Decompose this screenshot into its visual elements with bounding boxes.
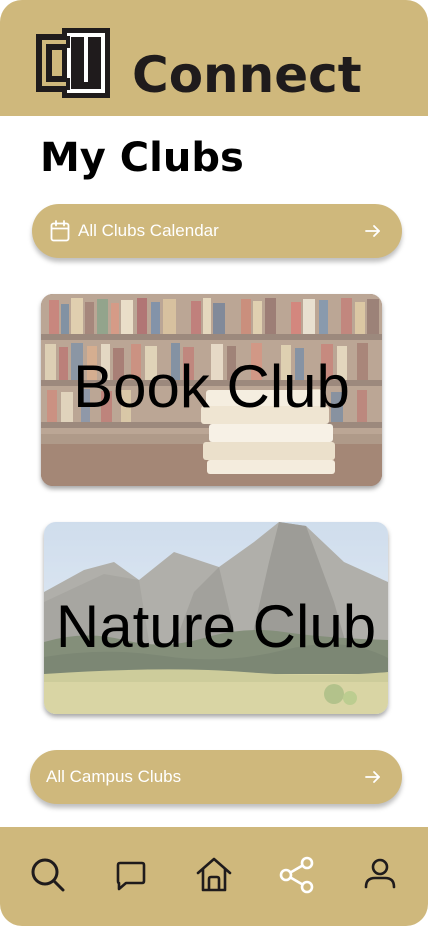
nav-home-button[interactable] [194,855,234,895]
arrow-right-icon [365,225,380,237]
nav-search-button[interactable] [28,855,68,895]
arrow-right-icon [365,771,380,783]
cu-logo-icon[interactable] [32,24,114,102]
app-title: Connect [132,46,362,104]
home-icon [196,857,232,892]
campus-button-label: All Campus Clubs [46,767,182,786]
nav-chat-button[interactable] [111,855,151,895]
search-icon [31,858,65,892]
nav-profile-button[interactable] [360,855,400,895]
profile-icon [364,858,396,889]
calendar-icon [50,220,70,242]
calendar-button-label: All Clubs Calendar [78,221,219,240]
all-campus-clubs-button[interactable]: All Campus Clubs [30,750,402,804]
chat-icon [116,861,146,891]
page-title: My Clubs [40,135,244,181]
share-icon [279,856,314,894]
nav-share-button[interactable] [277,855,317,895]
nature-club-label: Nature Club [55,593,377,660]
book-club-card[interactable]: Book Club [41,294,382,486]
app-screen: Connect My Clubs All Clubs Calendar Book… [0,0,428,926]
app-header: Connect [0,0,428,116]
bottom-nav-bar [0,827,428,926]
book-club-label: Book Club [73,353,350,420]
all-clubs-calendar-button[interactable]: All Clubs Calendar [32,204,402,258]
nature-club-card[interactable]: Nature Club [44,522,388,714]
